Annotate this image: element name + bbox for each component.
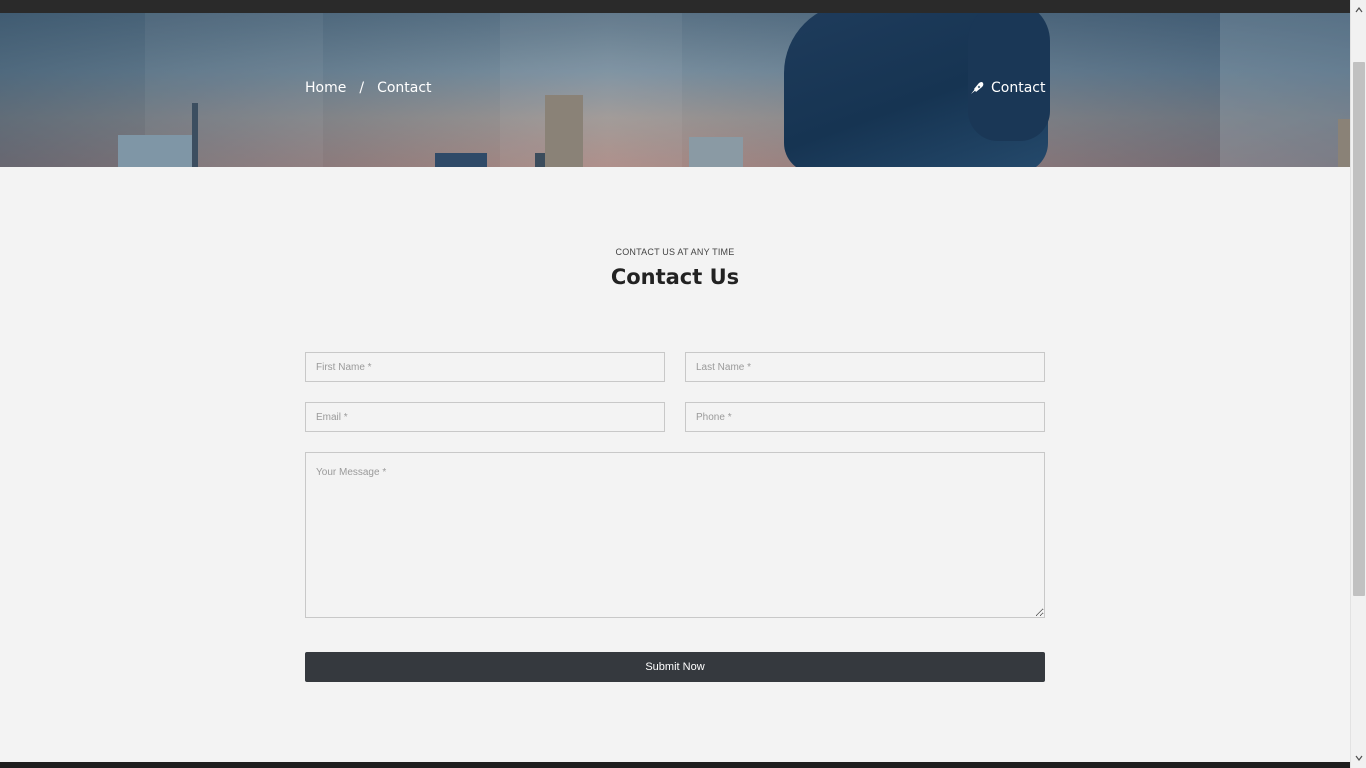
breadcrumb-home-link[interactable]: Home xyxy=(305,80,346,96)
scroll-up-arrow-icon[interactable] xyxy=(1351,2,1366,18)
scrollbar-thumb[interactable] xyxy=(1353,62,1365,596)
section-subtitle: CONTACT US AT ANY TIME xyxy=(615,247,735,257)
vertical-scrollbar[interactable] xyxy=(1350,0,1366,768)
section-title: Contact Us xyxy=(610,265,740,289)
skyline-building xyxy=(192,103,198,167)
email-input[interactable] xyxy=(305,402,665,432)
bottom-bar xyxy=(0,762,1350,768)
skyline-building xyxy=(1338,119,1350,167)
message-textarea[interactable] xyxy=(305,452,1045,618)
page-label-text: Contact xyxy=(991,80,1046,96)
top-bar xyxy=(0,0,1350,13)
breadcrumb-separator: / xyxy=(359,80,365,96)
hero-panel xyxy=(1220,13,1350,167)
phone-input[interactable] xyxy=(685,402,1045,432)
breadcrumb: Home / Contact xyxy=(305,80,432,96)
skyline-building xyxy=(535,153,545,167)
skyline-building xyxy=(545,95,583,167)
scroll-down-arrow-icon[interactable] xyxy=(1351,750,1366,766)
hero-banner xyxy=(0,13,1350,167)
skyline-building xyxy=(118,135,198,167)
skyline-building xyxy=(435,153,487,167)
skyline-building xyxy=(689,137,743,167)
hero-person-arm xyxy=(968,13,1050,141)
breadcrumb-current: Contact xyxy=(377,80,432,96)
first-name-input[interactable] xyxy=(305,352,665,382)
submit-button[interactable]: Submit Now xyxy=(305,652,1045,682)
page-label: Contact xyxy=(969,80,1045,96)
hero-panel xyxy=(500,13,682,167)
pen-nib-icon xyxy=(969,80,985,96)
last-name-input[interactable] xyxy=(685,352,1045,382)
